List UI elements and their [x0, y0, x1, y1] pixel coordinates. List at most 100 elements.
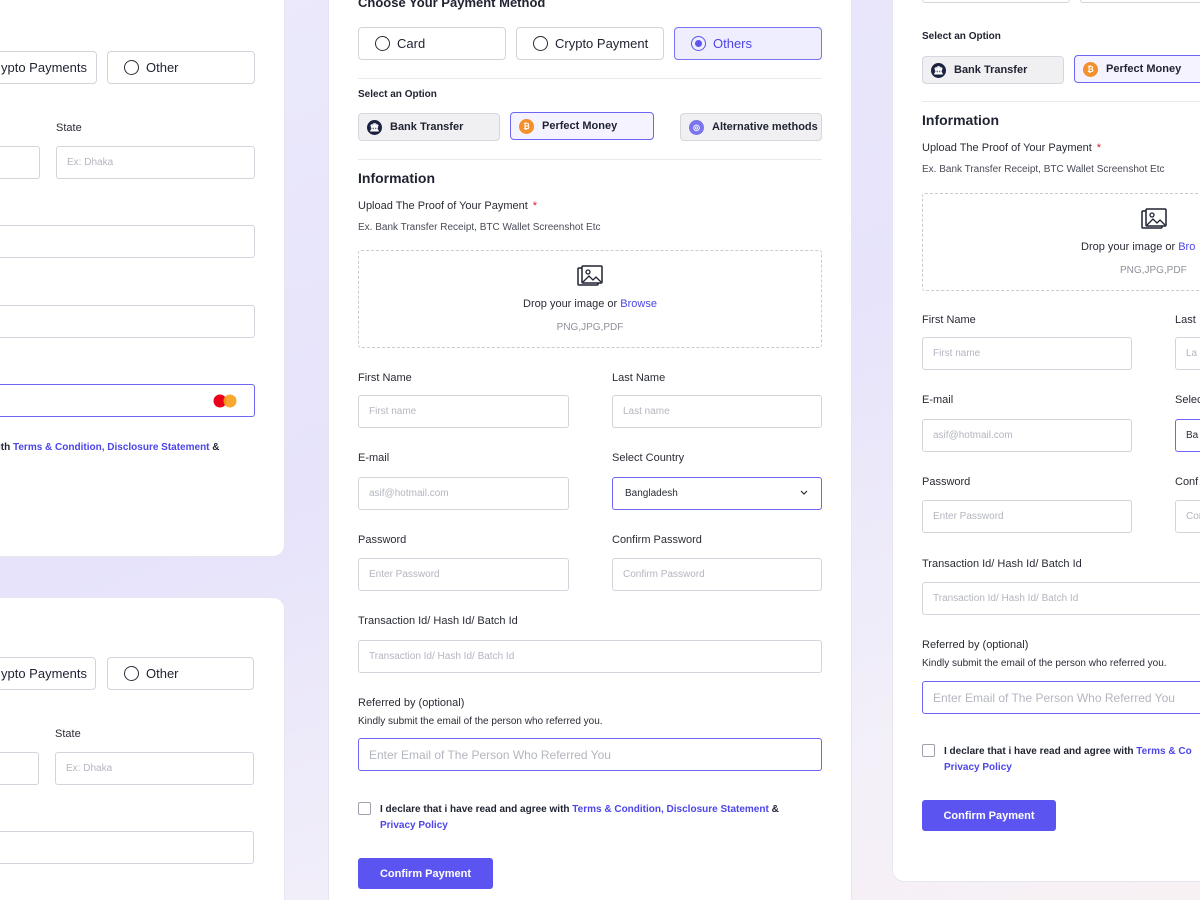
information-heading-right: Information	[922, 112, 999, 128]
card-number-input[interactable]	[0, 384, 255, 417]
chevron-down-icon	[799, 489, 809, 500]
first-name-label: First Name	[358, 372, 412, 384]
country-select[interactable]: Bangladesh	[612, 477, 822, 510]
left-input-1[interactable]	[0, 225, 255, 258]
option-perfect-money[interactable]: ₿ Perfect Money	[510, 112, 654, 140]
divider	[922, 101, 1200, 102]
upload-hint: Ex. Bank Transfer Receipt, BTC Wallet Sc…	[358, 222, 601, 233]
transaction-label-right: Transaction Id/ Hash Id/ Batch Id	[922, 558, 1082, 570]
privacy-link[interactable]: Privacy Policy	[380, 820, 448, 831]
method-others[interactable]: Others	[674, 27, 822, 60]
method-crypto-left-2[interactable]: ypto Payments	[0, 657, 96, 690]
option-bank-transfer[interactable]: 🏛 Bank Transfer	[358, 113, 500, 141]
terms-link-right[interactable]: Terms & Co	[1136, 746, 1191, 757]
terms-link-left[interactable]: Terms & Condition, Disclosure Statement	[13, 442, 210, 453]
right-top-box-1[interactable]	[922, 0, 1070, 3]
globe-icon: ◎	[689, 119, 704, 135]
email-label: E-mail	[358, 452, 390, 464]
country-select-right[interactable]: Ba	[1175, 419, 1200, 452]
right-top-box-2[interactable]	[1080, 0, 1200, 3]
last-name-label-right: Last	[1175, 314, 1196, 326]
email-input[interactable]: asif@hotmail.com	[358, 477, 569, 510]
formats-text: PNG,JPG,PDF	[556, 322, 624, 333]
referred-hint-right: Kindly submit the email of the person wh…	[922, 658, 1167, 669]
transaction-label: Transaction Id/ Hash Id/ Batch Id	[358, 615, 518, 627]
email-input-right[interactable]: asif@hotmail.com	[922, 419, 1132, 452]
country-label-right: Selec	[1175, 394, 1200, 406]
last-name-input-right[interactable]: La	[1175, 337, 1200, 370]
drop-text: Drop your image or Browse	[523, 298, 657, 310]
method-other-left[interactable]: Other	[107, 51, 255, 84]
referred-email-input[interactable]: Enter Email of The Person Who Referred Y…	[358, 738, 822, 771]
password-label: Password	[358, 534, 407, 546]
select-option-label: Select an Option	[358, 89, 437, 100]
option-alternative[interactable]: ◎ Alternative methods	[680, 113, 822, 141]
select-option-label-right: Select an Option	[922, 31, 1001, 42]
state-label: State	[56, 122, 82, 134]
left-input-3[interactable]	[0, 831, 254, 864]
bank-icon: 🏛	[931, 62, 946, 78]
browse-link[interactable]: Browse	[620, 298, 657, 310]
mastercard-icon	[213, 394, 237, 408]
bitcoin-icon: ₿	[519, 118, 534, 134]
information-heading: Information	[358, 170, 435, 186]
terms-link[interactable]: Terms & Condition, Disclosure Statement	[572, 804, 769, 815]
confirm-input-right[interactable]: Con	[1175, 500, 1200, 533]
option-perfect-money-right[interactable]: ₿ Perfect Money	[1074, 55, 1200, 83]
agree-checkbox[interactable]	[358, 802, 371, 815]
first-name-input[interactable]: First name	[358, 395, 569, 428]
radio-circle-icon	[124, 60, 139, 75]
drop-text-right: Drop your image or Bro	[1081, 241, 1196, 253]
confirm-password-input[interactable]: Confirm Password	[612, 558, 822, 591]
password-input[interactable]: Enter Password	[358, 558, 569, 591]
confirm-payment-button[interactable]: Confirm Payment	[358, 858, 493, 889]
agree-checkbox-right[interactable]	[922, 744, 935, 757]
upload-label-right: Upload The Proof of Your Payment *	[922, 142, 1102, 154]
email-label-right: E-mail	[922, 394, 954, 406]
radio-circle-icon	[124, 666, 139, 681]
upload-dropzone-right[interactable]: Drop your image or Bro PNG,JPG,PDF	[922, 193, 1200, 291]
divider	[358, 78, 822, 79]
first-name-input-right[interactable]: First name	[922, 337, 1132, 370]
divider	[358, 159, 822, 160]
declare-text: I declare that i have read and agree wit…	[380, 804, 779, 831]
method-crypto[interactable]: Crypto Payment	[516, 27, 664, 60]
option-bank-transfer-right[interactable]: 🏛 Bank Transfer	[922, 56, 1064, 84]
referred-hint: Kindly submit the email of the person wh…	[358, 716, 603, 727]
privacy-link-right[interactable]: Privacy Policy	[944, 762, 1012, 773]
method-other-left-2[interactable]: Other	[107, 657, 254, 690]
radio-circle-icon	[533, 36, 548, 51]
transaction-input-right[interactable]: Transaction Id/ Hash Id/ Batch Id	[922, 582, 1200, 615]
state-input-2[interactable]: Ex: Dhaka	[55, 752, 254, 785]
last-name-input[interactable]: Last name	[612, 395, 822, 428]
city-input-left[interactable]	[0, 146, 40, 179]
country-label: Select Country	[612, 452, 685, 464]
city-input-left-2[interactable]	[0, 752, 39, 785]
confirm-password-label: Confirm Password	[612, 534, 702, 546]
upload-dropzone[interactable]: Drop your image or Browse PNG,JPG,PDF	[358, 250, 822, 348]
state-label-2: State	[55, 728, 81, 740]
declare-text-right: I declare that i have read and agree wit…	[944, 746, 1192, 773]
upload-label: Upload The Proof of Your Payment *	[358, 200, 538, 212]
method-card[interactable]: Card	[358, 27, 506, 60]
referred-label: Referred by (optional)	[358, 697, 465, 709]
bank-icon: 🏛	[367, 119, 382, 135]
referred-label-right: Referred by (optional)	[922, 639, 1029, 651]
bitcoin-icon: ₿	[1083, 61, 1098, 77]
method-crypto-label: ypto Payments	[1, 60, 87, 75]
confirm-payment-button-right[interactable]: Confirm Payment	[922, 800, 1056, 831]
left-input-2[interactable]	[0, 305, 255, 338]
transaction-input[interactable]: Transaction Id/ Hash Id/ Batch Id	[358, 640, 822, 673]
section-title: Choose Your Payment Method	[358, 0, 546, 10]
state-input[interactable]: Ex: Dhaka	[56, 146, 255, 179]
confirm-label-right: Conf	[1175, 476, 1199, 488]
password-input-right[interactable]: Enter Password	[922, 500, 1132, 533]
referred-email-input-right[interactable]: Enter Email of The Person Who Referred Y…	[922, 681, 1200, 714]
password-label-right: Password	[922, 476, 971, 488]
browse-link-right[interactable]: Bro	[1178, 241, 1195, 253]
method-crypto-left[interactable]: ypto Payments	[0, 51, 97, 84]
method-other-label: Other	[146, 60, 179, 75]
image-icon	[577, 265, 603, 294]
last-name-label: Last Name	[612, 372, 666, 384]
image-icon	[1141, 208, 1167, 237]
